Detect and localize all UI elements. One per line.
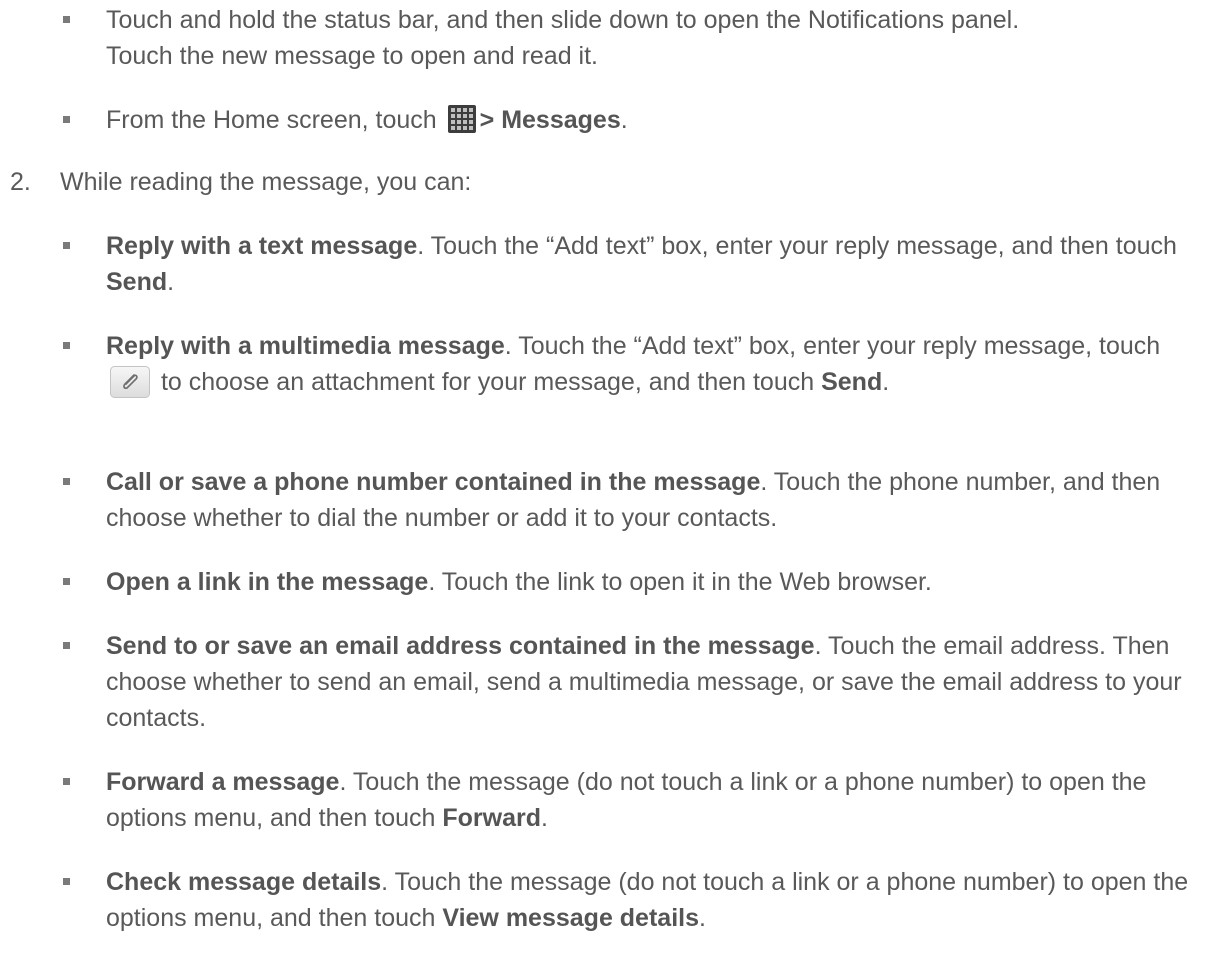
- option-title: Reply with a multimedia message: [106, 332, 505, 360]
- list-item-email-address: Send to or save an email address contain…: [0, 628, 1219, 736]
- option-text-2: to choose an attachment for your message…: [160, 368, 822, 396]
- punctuation: .: [699, 904, 706, 932]
- send-label: Send: [106, 268, 168, 296]
- punctuation: .: [882, 368, 890, 396]
- punctuation: .: [620, 106, 628, 134]
- bullet-marker: [63, 242, 70, 249]
- punctuation: .: [167, 268, 175, 296]
- bullet-text-line2: Touch the new message to open and read i…: [106, 42, 598, 70]
- bullet-marker: [63, 878, 70, 885]
- option-title: Check message details: [106, 868, 382, 896]
- list-item-reply-text: Reply with a text message. Touch the “Ad…: [0, 228, 1219, 300]
- apps-grid-icon: [447, 105, 476, 133]
- forward-label: Forward: [442, 804, 541, 832]
- list-item-home-messages: From the Home screen, touch > Messages.: [0, 102, 1219, 138]
- bullet-text: From the Home screen, touch: [106, 106, 437, 134]
- list-item-open-notifications: Touch and hold the status bar, and then …: [0, 2, 1219, 74]
- step-2: 2. While reading the message, you can:: [0, 164, 1219, 200]
- list-item-open-link: Open a link in the message. Touch the li…: [0, 564, 1219, 600]
- option-title: Open a link in the message: [106, 568, 429, 596]
- list-item-reply-multimedia: Reply with a multimedia message. Touch t…: [0, 328, 1219, 436]
- option-title: Forward a message: [106, 768, 340, 796]
- step-text: While reading the message, you can:: [60, 168, 472, 196]
- option-text: . Touch the link to open it in the Web b…: [428, 568, 932, 596]
- document-content: Touch and hold the status bar, and then …: [0, 2, 1219, 936]
- bullet-marker: [63, 778, 70, 785]
- bullet-marker: [63, 578, 70, 585]
- view-details-label: View message details: [442, 904, 699, 932]
- step-number: 2.: [10, 168, 31, 196]
- bullet-marker: [63, 342, 70, 349]
- bullet-marker: [63, 116, 70, 123]
- paperclip-icon: [110, 366, 150, 398]
- bullet-marker: [63, 478, 70, 485]
- option-title: Send to or save an email address contain…: [106, 632, 815, 660]
- list-item-message-details: Check message details. Touch the message…: [0, 864, 1219, 936]
- send-label: Send: [821, 368, 883, 396]
- punctuation: .: [540, 804, 548, 832]
- option-text: . Touch the “Add text” box, enter your r…: [504, 332, 1161, 360]
- bullet-text-line1: Touch and hold the status bar, and then …: [106, 6, 1020, 34]
- list-item-forward: Forward a message. Touch the message (do…: [0, 764, 1219, 836]
- messages-menu-path: > Messages: [479, 106, 621, 134]
- option-text: . Touch the “Add text” box, enter your r…: [417, 232, 1177, 260]
- option-title: Reply with a text message: [106, 232, 418, 260]
- option-title: Call or save a phone number contained in…: [106, 468, 761, 496]
- list-item-call-save-number: Call or save a phone number contained in…: [0, 464, 1219, 536]
- bullet-marker: [63, 642, 70, 649]
- bullet-marker: [63, 16, 70, 23]
